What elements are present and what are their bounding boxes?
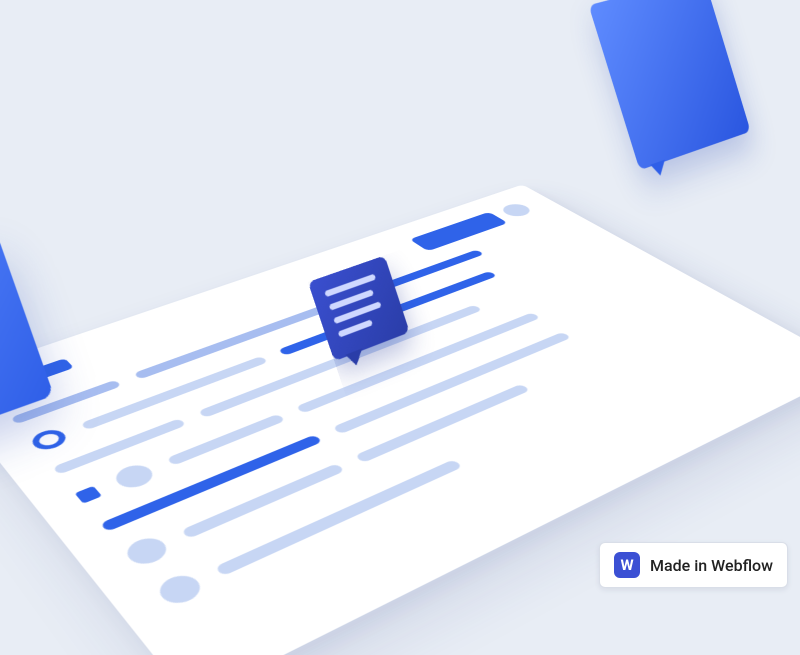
hero-illustration <box>0 54 800 614</box>
avatar <box>153 571 207 609</box>
chat-bubble-right <box>589 0 751 170</box>
avatar <box>121 534 173 569</box>
text-line <box>52 418 186 475</box>
text-line <box>80 356 268 430</box>
avatar <box>498 202 535 219</box>
text-line <box>181 463 345 539</box>
text-line <box>100 435 323 532</box>
text-line <box>355 384 531 463</box>
checkbox <box>75 486 103 504</box>
text-line <box>166 414 285 466</box>
webflow-logo-icon: W <box>614 552 640 578</box>
avatar <box>110 461 158 492</box>
text-line <box>215 459 463 576</box>
made-in-webflow-badge[interactable]: W Made in Webflow <box>599 542 788 588</box>
avatar-ring <box>27 426 70 453</box>
badge-label: Made in Webflow <box>650 556 773 575</box>
